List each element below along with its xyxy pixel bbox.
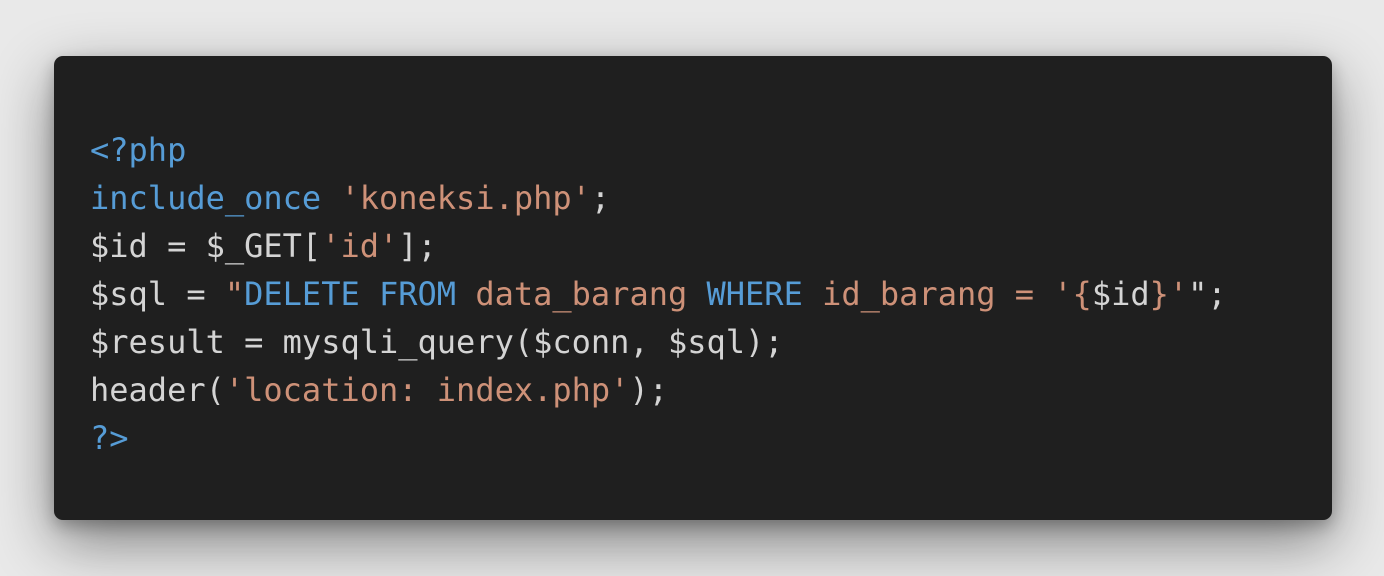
string-literal: " [224, 275, 245, 313]
code-line-1: <?php [90, 126, 1227, 174]
code-line-6: header('location: index.php'); [90, 366, 1227, 414]
code-line-3: $id = $_GET['id']; [90, 222, 1227, 270]
code-line-7: ?> [90, 414, 1227, 462]
php-close-tag: ?> [90, 419, 129, 457]
code-token: ); [629, 371, 668, 409]
code-snippet-window: <?php include_once 'koneksi.php'; $id = $_… [54, 56, 1332, 520]
code-token: ]; [398, 227, 437, 265]
code-token: $sql = [90, 275, 225, 313]
code-block: <?php include_once 'koneksi.php'; $id = $_… [90, 126, 1227, 462]
string-literal: 'id' [321, 227, 399, 265]
code-token: $result = mysqli_query($conn, $sql); [90, 323, 784, 361]
code-token: header( [90, 371, 225, 409]
code-line-5: $result = mysqli_query($conn, $sql); [90, 318, 1227, 366]
code-line-2: include_once 'koneksi.php'; [90, 174, 1227, 222]
string-literal: }' [1149, 275, 1189, 313]
code-token: " [1188, 275, 1208, 313]
code-token: $id [1091, 275, 1150, 313]
code-token: ; [1207, 275, 1227, 313]
string-literal: data_barang [456, 275, 707, 313]
string-literal: 'location: index.php' [224, 371, 630, 409]
sql-keyword: DELETE FROM [244, 275, 457, 313]
code-token: $id = $_GET[ [90, 227, 322, 265]
sql-keyword: WHERE [706, 275, 803, 313]
string-literal: 'koneksi.php' [340, 179, 591, 217]
code-line-4: $sql = "DELETE FROM data_barang WHERE id… [90, 270, 1227, 318]
keyword-include-once: include_once [90, 179, 322, 217]
string-literal: id_barang = '{ [802, 275, 1092, 313]
php-open-tag: <?php [90, 131, 187, 169]
code-token: ; [590, 179, 611, 217]
